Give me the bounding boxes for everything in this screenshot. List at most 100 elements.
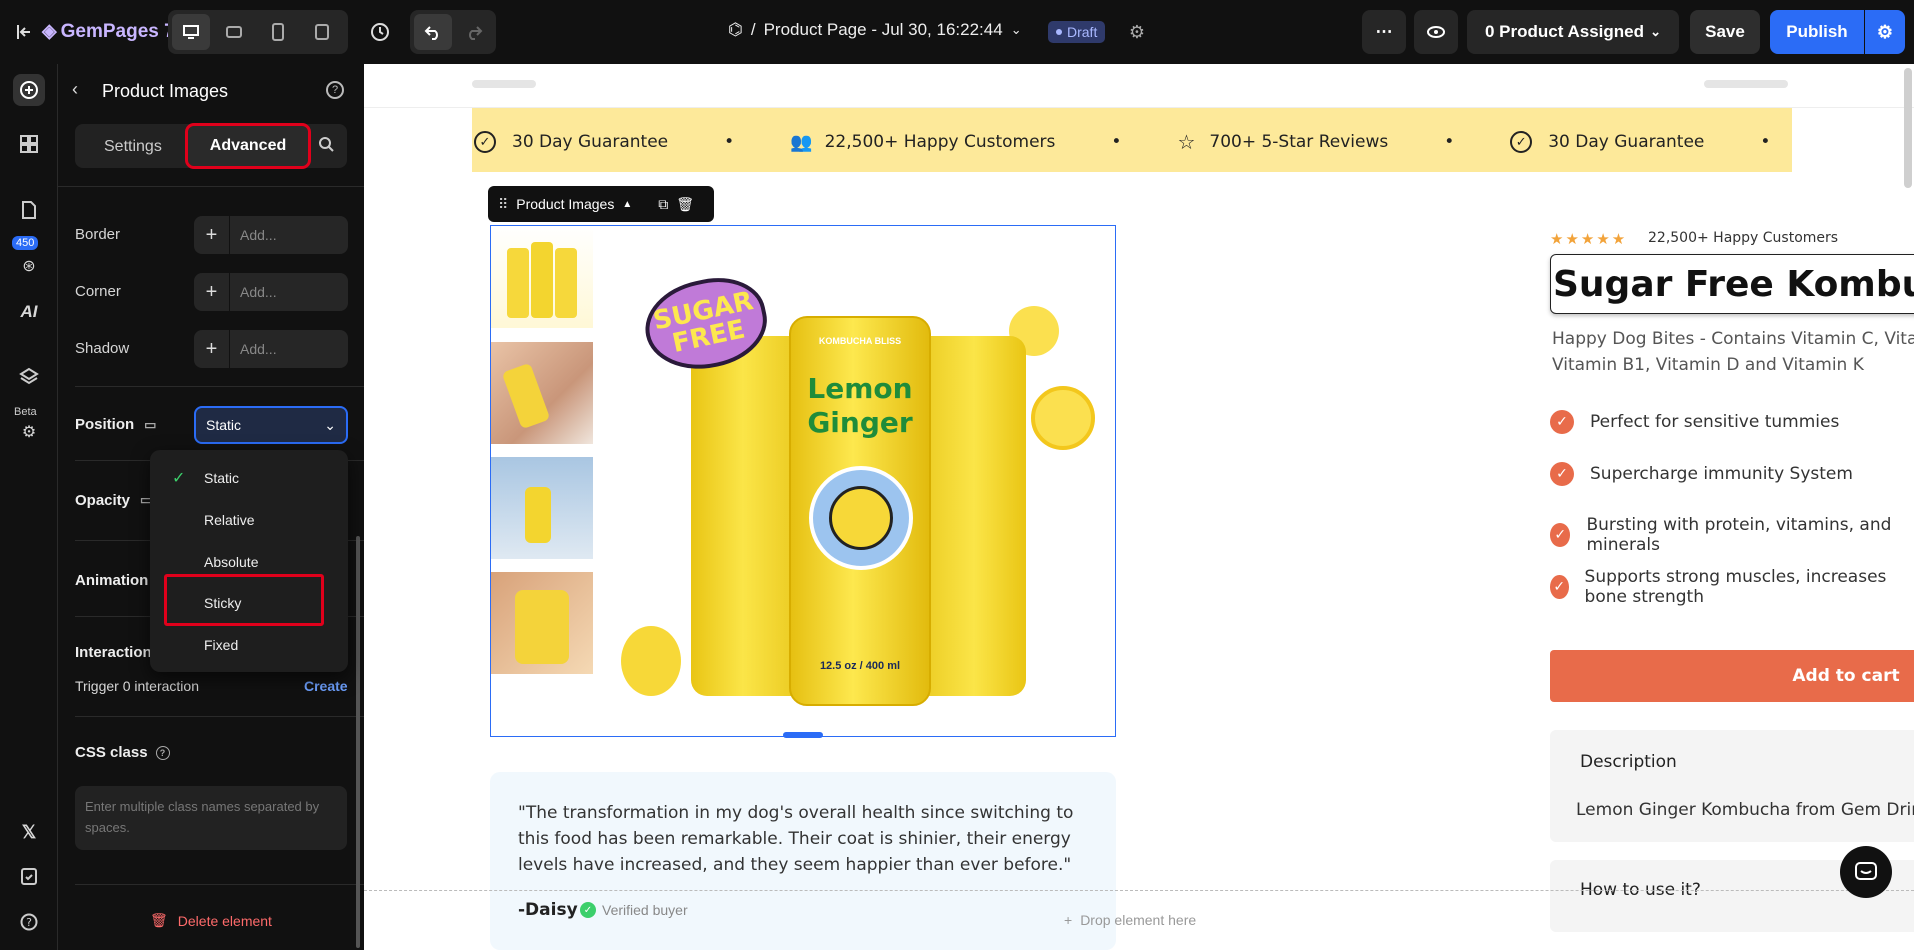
- thumbnail-2[interactable]: [491, 342, 593, 444]
- product-images-frame[interactable]: KOMBUCHA BLISS Lemon Ginger 12.5 oz / 40…: [490, 225, 1116, 738]
- trust-bar[interactable]: ✓ 30 Day Guarantee • 👥 22,500+ Happy Cus…: [472, 108, 1792, 172]
- x-logo-icon[interactable]: 𝕏: [13, 816, 45, 848]
- publish-button[interactable]: Publish: [1770, 10, 1864, 54]
- option-static[interactable]: Static: [204, 470, 239, 486]
- border-label: Border: [75, 226, 121, 243]
- check-circle-icon: ✓: [1550, 523, 1571, 547]
- check-badge-icon: ✓: [1510, 131, 1533, 153]
- browser-dots-right: [1704, 80, 1788, 88]
- publish-settings-button[interactable]: ⚙: [1865, 10, 1905, 54]
- help-icon: ?: [155, 745, 170, 760]
- shadow-add-field[interactable]: + Add...: [194, 330, 348, 368]
- option-fixed[interactable]: Fixed: [204, 637, 238, 653]
- delete-element-button[interactable]: 🗑 Delete element: [150, 912, 272, 929]
- page-title: Product Page - Jul 30, 16:22:44: [763, 20, 1003, 39]
- shadow-label: Shadow: [75, 340, 130, 357]
- drag-handle-icon[interactable]: ⠿: [498, 196, 508, 213]
- back-exit-icon[interactable]: [12, 20, 36, 44]
- preview-settings-icon[interactable]: ⚙: [1124, 20, 1150, 44]
- sections-icon[interactable]: [13, 128, 45, 160]
- app-logo: ◈ GemPages 7: [42, 20, 175, 43]
- position-dropdown-menu: ✓ Static Relative Absolute Sticky Fixed: [150, 450, 348, 672]
- checklist-icon[interactable]: [13, 860, 45, 892]
- back-chevron-icon[interactable]: ‹: [72, 79, 78, 100]
- css-class-input[interactable]: Enter multiple class names separated by …: [75, 786, 347, 850]
- chat-widget-button[interactable]: [1840, 846, 1892, 898]
- tab-settings[interactable]: Settings: [104, 138, 162, 156]
- canvas-scrollbar[interactable]: [1904, 68, 1912, 188]
- more-options-button[interactable]: ⋯: [1362, 10, 1406, 54]
- gem-logo-icon: ◈: [42, 21, 57, 42]
- pages-icon[interactable]: [13, 194, 45, 226]
- mobile-view-icon[interactable]: [260, 14, 296, 50]
- preview-button[interactable]: [1414, 10, 1458, 54]
- more-icon: ⋯: [1375, 22, 1393, 41]
- css-class-label: CSS class?: [75, 744, 170, 761]
- product-title[interactable]: Sugar Free Kombucha: [1550, 254, 1914, 314]
- trash-icon: 🗑: [150, 912, 168, 928]
- resize-handle[interactable]: [783, 732, 823, 738]
- thumbnail-4[interactable]: [491, 572, 593, 674]
- info-icon[interactable]: ?: [326, 81, 344, 99]
- add-element-icon[interactable]: [13, 74, 45, 106]
- create-interaction-link[interactable]: Create: [304, 678, 348, 694]
- tag-icon: ⌬: [728, 20, 743, 39]
- drop-hint: + Drop element here: [1064, 912, 1197, 928]
- status-badge: Draft: [1048, 21, 1106, 43]
- thumbnail-3[interactable]: [491, 457, 593, 559]
- browser-bar: [364, 64, 1914, 108]
- notification-badge: 450: [12, 236, 39, 250]
- theme-settings-icon[interactable]: ⚙: [13, 416, 45, 448]
- tab-advanced[interactable]: Advanced: [185, 123, 311, 169]
- svg-text:?: ?: [26, 916, 32, 929]
- help-icon[interactable]: ?: [13, 906, 45, 938]
- option-sticky[interactable]: Sticky: [204, 595, 241, 611]
- divider: [75, 884, 365, 885]
- page-title-dropdown[interactable]: ⌬ / Product Page - Jul 30, 16:22:44 ⌄: [728, 20, 1022, 40]
- save-button[interactable]: Save: [1690, 10, 1760, 54]
- rating-text: 22,500+ Happy Customers: [1648, 230, 1839, 246]
- panel-scrollbar[interactable]: [356, 536, 360, 948]
- browser-dots-left: [472, 80, 536, 88]
- desktop-icon: ▭: [144, 416, 157, 432]
- desktop-view-icon[interactable]: [172, 14, 210, 50]
- layers-icon[interactable]: [13, 360, 45, 392]
- product-assigned-dropdown[interactable]: 0 Product Assigned ⌄: [1467, 10, 1679, 54]
- panel-title: Product Images: [102, 81, 229, 101]
- option-relative[interactable]: Relative: [204, 512, 255, 528]
- add-to-cart-button[interactable]: Add to cart: [1550, 650, 1914, 702]
- main-product-image[interactable]: KOMBUCHA BLISS Lemon Ginger 12.5 oz / 40…: [621, 246, 1101, 716]
- chevron-down-icon: ⌄: [1650, 24, 1661, 39]
- chevron-down-icon: ⌄: [1010, 22, 1022, 37]
- position-select[interactable]: Static ⌄: [194, 406, 348, 444]
- option-absolute[interactable]: Absolute: [204, 554, 258, 570]
- corner-add-field[interactable]: + Add...: [194, 273, 348, 311]
- ai-icon[interactable]: AI: [13, 296, 45, 328]
- testimonial-quote: "The transformation in my dog's overall …: [518, 803, 1074, 875]
- search-icon[interactable]: [318, 136, 338, 156]
- duplicate-icon[interactable]: ⧉: [658, 196, 668, 213]
- history-icon[interactable]: [366, 18, 394, 46]
- apps-icon[interactable]: ⊛: [13, 250, 45, 282]
- thumbnail-1[interactable]: [491, 226, 593, 328]
- trash-icon[interactable]: 🗑: [676, 196, 694, 213]
- redo-icon[interactable]: [456, 14, 492, 50]
- responsive-view-icon[interactable]: [304, 14, 340, 50]
- tablet-landscape-icon[interactable]: [216, 14, 252, 50]
- editor-canvas[interactable]: ✓ 30 Day Guarantee • 👥 22,500+ Happy Cus…: [364, 64, 1914, 950]
- product-description: Happy Dog Bites - Contains Vitamin C, Vi…: [1552, 329, 1914, 375]
- caret-up-icon[interactable]: ▲: [622, 199, 632, 210]
- element-toolbar[interactable]: ⠿ Product Images ▲ ⧉ 🗑: [488, 186, 714, 222]
- eye-icon: [1427, 26, 1445, 38]
- check-circle-icon: ✓: [1550, 410, 1574, 434]
- accordion-description[interactable]: Description − Lemon Ginger Kombucha from…: [1550, 730, 1914, 842]
- undo-icon[interactable]: [414, 14, 452, 50]
- divider: [75, 386, 365, 387]
- border-add-field[interactable]: + Add...: [194, 216, 348, 254]
- corner-label: Corner: [75, 283, 121, 300]
- star-rating: ★★★★★: [1550, 231, 1628, 248]
- top-bar: ◈ GemPages 7 ⌬ / Product Page - Jul 30, …: [0, 0, 1914, 64]
- plus-icon: +: [194, 273, 230, 311]
- accordion-title: Description: [1580, 752, 1677, 772]
- users-icon: 👥: [790, 131, 813, 153]
